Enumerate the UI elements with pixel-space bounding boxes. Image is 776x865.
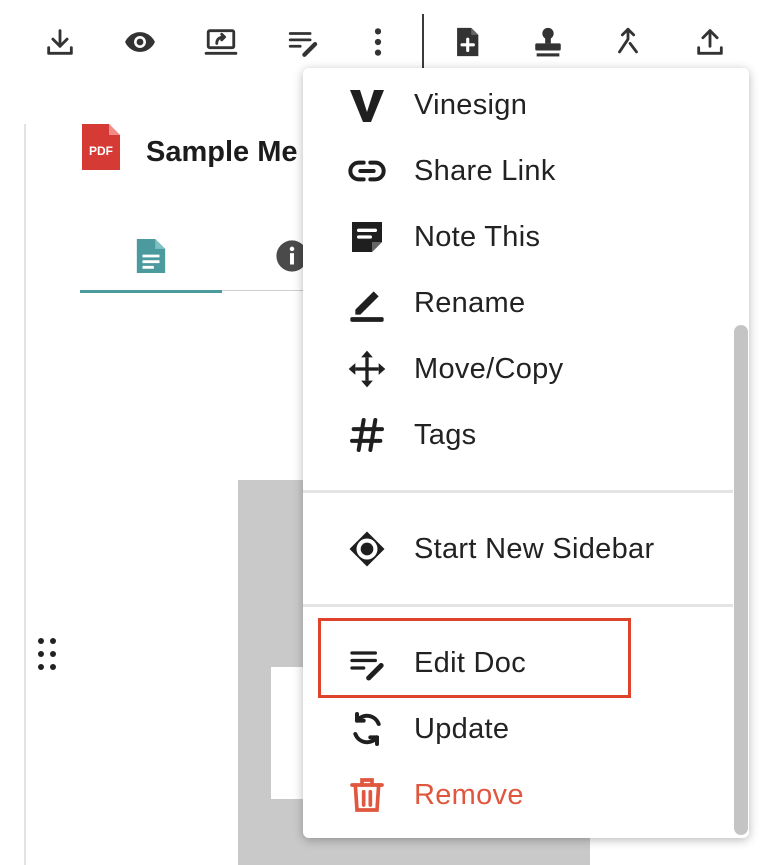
menu-item-label: Move/Copy xyxy=(414,353,564,385)
menu-item-note-this[interactable]: Note This xyxy=(303,204,733,270)
stamp-icon xyxy=(535,27,561,57)
screen-share-icon xyxy=(204,29,238,55)
menu-item-vinesign[interactable]: Vinesign xyxy=(303,72,733,138)
more-button[interactable] xyxy=(356,20,400,64)
document-title: Sample Me xyxy=(146,136,298,168)
menu-divider xyxy=(303,490,733,493)
menu-item-label: Update xyxy=(414,713,510,745)
vinesign-icon xyxy=(350,90,384,122)
menu-item-label: Note This xyxy=(414,221,541,253)
menu-item-share-link[interactable]: Share Link xyxy=(303,138,733,204)
pdf-file-icon: PDF xyxy=(82,124,120,170)
menu-item-start-new-sidebar[interactable]: Start New Sidebar xyxy=(303,516,733,582)
grip-dots-icon xyxy=(38,638,56,670)
menu-item-edit-doc[interactable]: Edit Doc xyxy=(303,630,733,696)
menu-item-label: Start New Sidebar xyxy=(414,533,655,565)
menu-item-label: Edit Doc xyxy=(414,647,526,679)
menu-scrollbar[interactable] xyxy=(734,325,748,835)
move-icon xyxy=(348,350,386,388)
file-plus-icon xyxy=(457,27,479,57)
document-icon xyxy=(136,239,166,273)
pencil-icon xyxy=(350,291,384,322)
menu-item-remove[interactable]: Remove xyxy=(303,762,733,828)
menu-item-label: Tags xyxy=(414,419,477,451)
view-button[interactable] xyxy=(118,20,162,64)
menu-item-rename[interactable]: Rename xyxy=(303,270,733,336)
edit-doc-toolbar-button[interactable] xyxy=(281,20,325,64)
upload-icon xyxy=(697,29,723,55)
menu-item-label: Vinesign xyxy=(414,89,528,121)
menu-item-tags[interactable]: Tags xyxy=(303,402,733,468)
more-actions-menu: Vinesign Share Link Note This Rename Mov… xyxy=(303,68,749,838)
tab-document[interactable] xyxy=(80,222,222,293)
hashtag-icon xyxy=(350,418,384,452)
menu-item-label: Rename xyxy=(414,287,526,319)
menu-item-label: Share Link xyxy=(414,155,556,187)
menu-item-label: Remove xyxy=(414,779,524,811)
drag-handle[interactable] xyxy=(36,636,58,672)
sidebar-icon xyxy=(349,531,385,567)
refresh-icon xyxy=(353,712,381,746)
merge-button[interactable] xyxy=(606,20,650,64)
download-icon xyxy=(47,29,73,55)
toolbar-separator xyxy=(422,14,424,68)
trash-icon xyxy=(350,778,384,812)
more-vertical-icon xyxy=(374,28,382,56)
download-button[interactable] xyxy=(38,20,82,64)
stamp-button[interactable] xyxy=(526,20,570,64)
menu-item-move-copy[interactable]: Move/Copy xyxy=(303,336,733,402)
edit-doc-icon xyxy=(350,651,384,681)
new-file-button[interactable] xyxy=(445,20,489,64)
upload-button[interactable] xyxy=(688,20,732,64)
eye-icon xyxy=(125,32,155,52)
pdf-badge: PDF xyxy=(89,144,113,158)
menu-divider xyxy=(303,604,733,607)
present-button[interactable] xyxy=(199,20,243,64)
note-icon xyxy=(352,222,382,252)
merge-icon xyxy=(618,27,638,54)
menu-item-update[interactable]: Update xyxy=(303,696,733,762)
edit-doc-icon xyxy=(288,32,318,57)
panel-border xyxy=(24,124,26,865)
link-icon xyxy=(348,160,386,182)
